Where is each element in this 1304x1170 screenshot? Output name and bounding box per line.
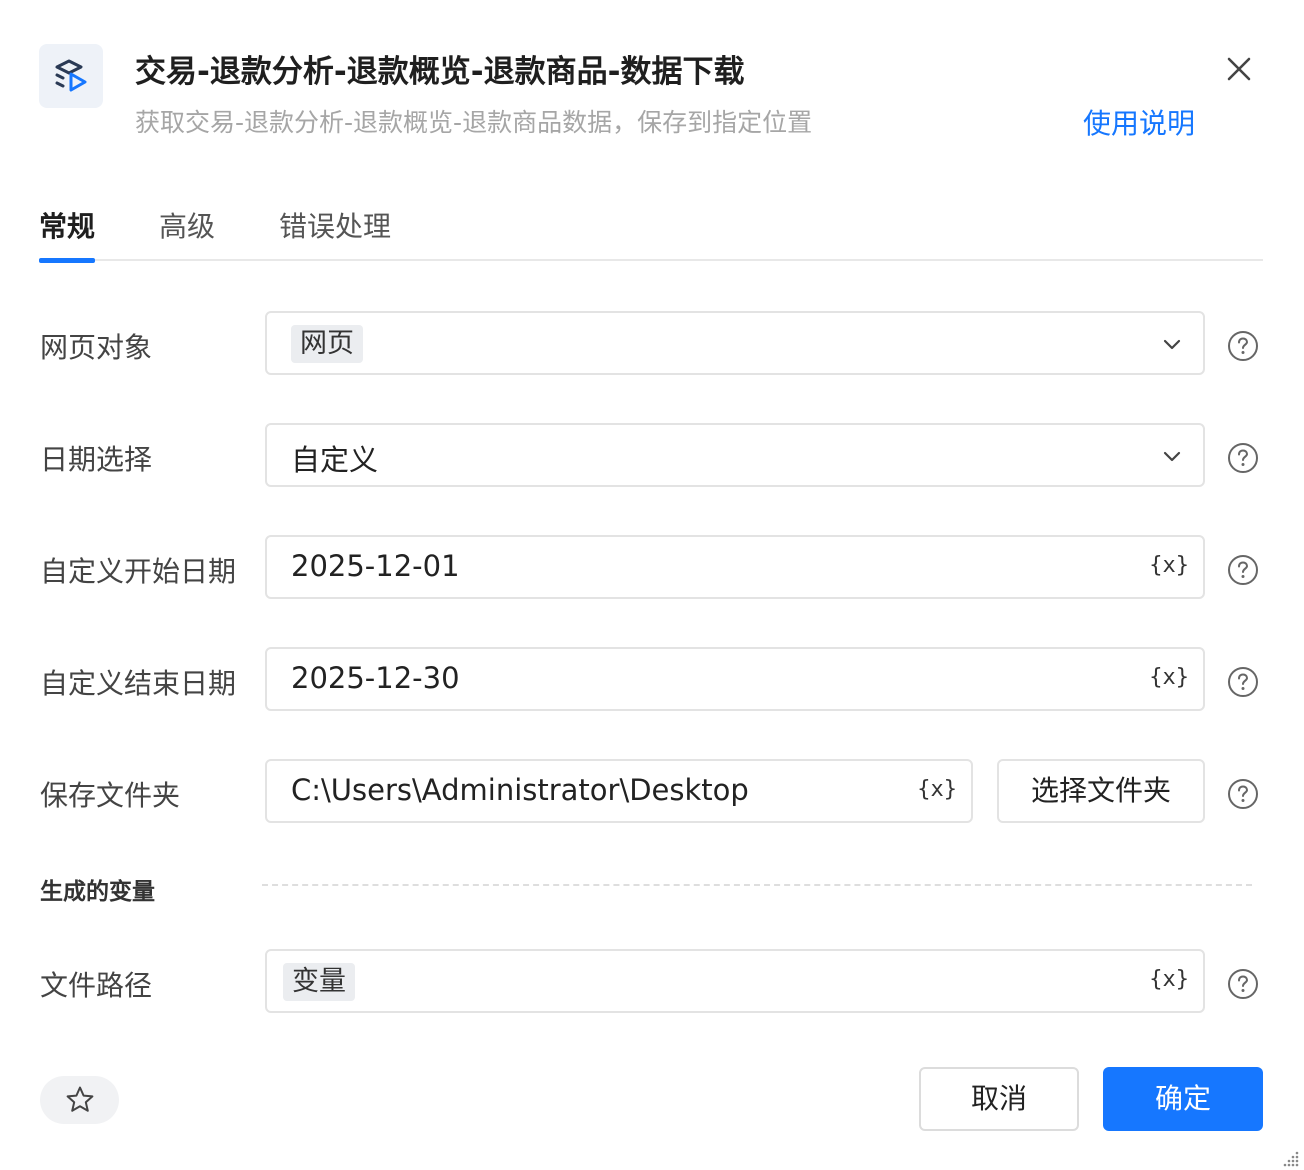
date-select-value: 自定义 xyxy=(291,443,379,477)
dialog-subtitle: 获取交易-退款分析-退款概览-退款商品数据，保存到指定位置 xyxy=(135,108,813,137)
save-folder-value: C:\Users\Administrator\Desktop xyxy=(291,773,749,807)
end-date-value: 2025-12-30 xyxy=(291,661,460,695)
web-object-label: 网页对象 xyxy=(40,331,153,364)
date-select-label: 日期选择 xyxy=(40,443,153,476)
resize-grip-icon[interactable] xyxy=(1282,1150,1300,1168)
help-icon[interactable] xyxy=(1227,330,1259,362)
web-object-chip: 网页 xyxy=(291,325,363,363)
web-object-select[interactable]: 网页 xyxy=(265,311,1205,375)
dialog-title: 交易-退款分析-退款概览-退款商品-数据下载 xyxy=(135,54,745,90)
close-icon xyxy=(1227,57,1251,81)
help-icon[interactable] xyxy=(1227,968,1259,1000)
help-icon[interactable] xyxy=(1227,554,1259,586)
help-icon[interactable] xyxy=(1227,666,1259,698)
chevron-down-icon[interactable] xyxy=(1161,333,1183,355)
help-icon[interactable] xyxy=(1227,778,1259,810)
choose-folder-button[interactable]: 选择文件夹 xyxy=(997,759,1205,823)
variable-icon[interactable]: {x} xyxy=(1149,665,1189,690)
section-divider xyxy=(262,884,1252,886)
variable-icon[interactable]: {x} xyxy=(917,777,957,802)
file-path-variable-chip: 变量 xyxy=(283,963,355,1001)
tab-bar: 常规 高级 错误处理 xyxy=(39,205,1263,263)
start-date-value: 2025-12-01 xyxy=(291,549,460,583)
file-path-input[interactable]: 变量 {x} xyxy=(265,949,1205,1013)
app-icon xyxy=(39,44,103,108)
end-date-label: 自定义结束日期 xyxy=(40,667,237,700)
tab-error-handling[interactable]: 错误处理 xyxy=(279,205,391,261)
variable-icon[interactable]: {x} xyxy=(1149,553,1189,578)
help-icon[interactable] xyxy=(1227,442,1259,474)
variable-icon[interactable]: {x} xyxy=(1149,967,1189,992)
chevron-down-icon[interactable] xyxy=(1161,445,1183,467)
tab-advanced[interactable]: 高级 xyxy=(159,205,215,261)
start-date-input[interactable]: 2025-12-01 {x} xyxy=(265,535,1205,599)
layers-play-icon xyxy=(55,59,87,92)
date-select-dropdown[interactable]: 自定义 xyxy=(265,423,1205,487)
confirm-button[interactable]: 确定 xyxy=(1103,1067,1263,1131)
favorite-button[interactable] xyxy=(40,1076,119,1124)
tab-general[interactable]: 常规 xyxy=(39,205,96,263)
start-date-label: 自定义开始日期 xyxy=(40,555,237,588)
save-folder-input[interactable]: C:\Users\Administrator\Desktop {x} xyxy=(265,759,973,823)
end-date-input[interactable]: 2025-12-30 {x} xyxy=(265,647,1205,711)
close-button[interactable] xyxy=(1222,52,1256,86)
usage-help-link[interactable]: 使用说明 xyxy=(1083,102,1195,142)
save-folder-label: 保存文件夹 xyxy=(40,779,181,812)
star-icon xyxy=(66,1086,93,1112)
cancel-button[interactable]: 取消 xyxy=(919,1067,1079,1131)
file-path-label: 文件路径 xyxy=(40,969,153,1002)
generated-variables-title: 生成的变量 xyxy=(40,879,155,905)
